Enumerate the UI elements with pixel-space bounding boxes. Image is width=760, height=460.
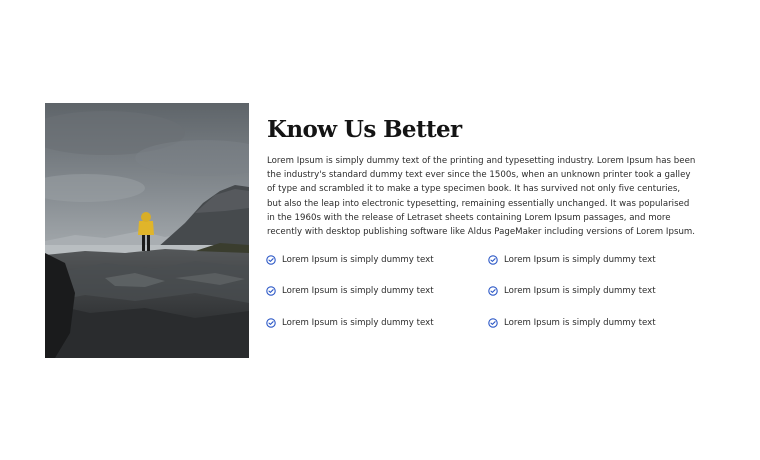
check-circle-icon (488, 286, 498, 296)
feature-item: Lorem Ipsum is simply dummy text (488, 315, 656, 331)
feature-item: Lorem Ipsum is simply dummy text (488, 283, 656, 299)
feature-label: Lorem Ipsum is simply dummy text (282, 318, 434, 328)
check-circle-icon (488, 255, 498, 265)
section-description: Lorem Ipsum is simply dummy text of the … (267, 156, 696, 238)
hiker-photo (45, 103, 249, 358)
check-circle-icon (488, 318, 498, 328)
feature-label: Lorem Ipsum is simply dummy text (504, 286, 656, 296)
feature-item: Lorem Ipsum is simply dummy text (266, 283, 434, 299)
section-title: Know Us Better (267, 116, 462, 143)
feature-label: Lorem Ipsum is simply dummy text (282, 286, 434, 296)
check-circle-icon (266, 255, 276, 265)
check-circle-icon (266, 318, 276, 328)
feature-item: Lorem Ipsum is simply dummy text (266, 315, 434, 331)
about-section: Know Us Better Lorem Ipsum is simply dum… (267, 114, 697, 239)
feature-item: Lorem Ipsum is simply dummy text (266, 252, 434, 268)
feature-label: Lorem Ipsum is simply dummy text (504, 255, 656, 265)
feature-label: Lorem Ipsum is simply dummy text (282, 255, 434, 265)
feature-item: Lorem Ipsum is simply dummy text (488, 252, 656, 268)
hiker-photo-illustration (45, 103, 249, 358)
feature-label: Lorem Ipsum is simply dummy text (504, 318, 656, 328)
check-circle-icon (266, 286, 276, 296)
feature-list: Lorem Ipsum is simply dummy text Lorem I… (266, 251, 706, 351)
